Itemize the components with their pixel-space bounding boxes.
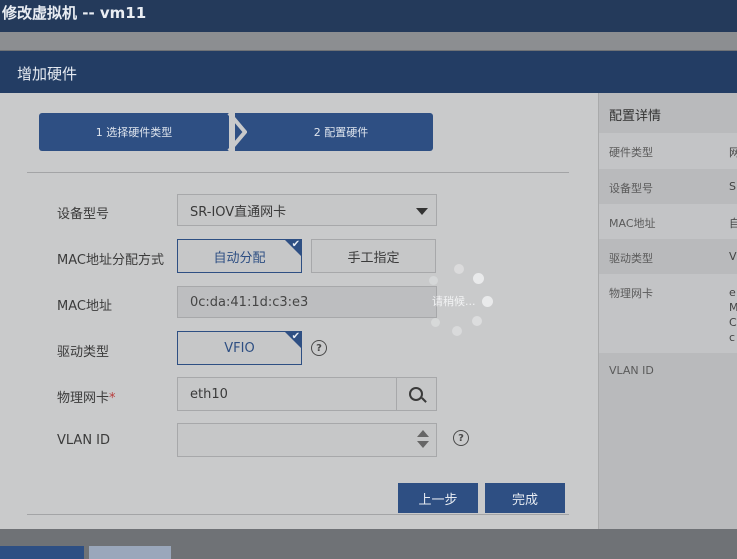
spinner-icon (454, 264, 464, 274)
details-row: 硬件类型 网 (599, 133, 737, 169)
required-mark: * (109, 391, 116, 406)
mac-mode-auto-option[interactable]: 自动分配 ✔ (177, 239, 302, 273)
add-hardware-dialog: 增加硬件 1 选择硬件类型 2 配置硬件 设备型号 SR-IOV直通网卡 MAC… (0, 51, 737, 529)
driver-type-vfio-option[interactable]: VFIO ✔ (177, 331, 302, 365)
loading-spinner: 请稍候... (424, 263, 496, 339)
finish-button[interactable]: 完成 (485, 483, 565, 513)
mac-mode-manual-label: 手工指定 (347, 250, 400, 266)
device-model-label: 设备型号 (57, 207, 110, 222)
physical-nic-input[interactable]: eth10 (177, 377, 397, 411)
outer-window-body (0, 32, 737, 50)
mac-address-value: 0c:da:41:1d:c3:e3 (190, 294, 309, 310)
details-title: 配置详情 (609, 109, 662, 124)
bottom-tab[interactable] (89, 546, 171, 559)
details-row: 物理网卡 e M C c (599, 274, 737, 353)
device-model-select[interactable]: SR-IOV直通网卡 (177, 194, 437, 226)
driver-type-label: 驱动类型 (57, 345, 110, 360)
mac-address-label: MAC地址 (57, 299, 112, 314)
physical-nic-label: 物理网卡* (57, 391, 116, 406)
check-icon: ✔ (291, 239, 300, 250)
stepper-up-icon[interactable] (417, 430, 429, 437)
driver-type-help-icon[interactable]: ? (311, 340, 327, 356)
details-row: VLAN ID (609, 364, 654, 377)
wizard-steps: 1 选择硬件类型 2 配置硬件 (39, 113, 433, 151)
stepper-down-icon[interactable] (417, 441, 429, 448)
physical-nic-search-button[interactable] (396, 377, 437, 411)
physical-nic-value: eth10 (190, 386, 228, 402)
divider (27, 172, 569, 173)
bottom-tabs (0, 546, 737, 559)
mac-mode-auto-label: 自动分配 (213, 250, 266, 266)
vlan-id-label: VLAN ID (57, 433, 111, 448)
divider (27, 514, 569, 515)
dialog-title: 增加硬件 (0, 51, 737, 93)
mac-mode-label: MAC地址分配方式 (57, 253, 164, 268)
details-row: 驱动类型 V (609, 250, 737, 265)
mac-address-input: 0c:da:41:1d:c3:e3 (177, 286, 437, 318)
device-model-value: SR-IOV直通网卡 (190, 204, 287, 220)
check-icon: ✔ (291, 331, 300, 342)
vlan-id-input[interactable] (177, 423, 437, 457)
dialog-body: 1 选择硬件类型 2 配置硬件 设备型号 SR-IOV直通网卡 MAC地址分配方… (0, 93, 598, 529)
bottom-tab[interactable] (0, 546, 84, 559)
details-row: MAC地址 自 (599, 204, 737, 239)
wizard-step-configure[interactable]: 2 配置硬件 (235, 113, 433, 151)
mac-mode-manual-option[interactable]: 手工指定 (311, 239, 436, 273)
previous-button[interactable]: 上一步 (398, 483, 478, 513)
vlan-id-help-icon[interactable]: ? (453, 430, 469, 446)
details-row: 设备型号 S (609, 180, 736, 195)
driver-type-value: VFIO (224, 340, 255, 356)
loading-text: 请稍候... (432, 295, 476, 308)
config-details-panel: 配置详情 硬件类型 网 设备型号 S MAC地址 自 驱动类型 V 物理网卡 e… (598, 93, 737, 529)
chevron-down-icon (416, 208, 428, 215)
wizard-chevron-icon (227, 113, 247, 151)
outer-window-title: 修改虚拟机 -- vm11 (0, 0, 737, 32)
wizard-step-select-type[interactable]: 1 选择硬件类型 (39, 113, 229, 151)
